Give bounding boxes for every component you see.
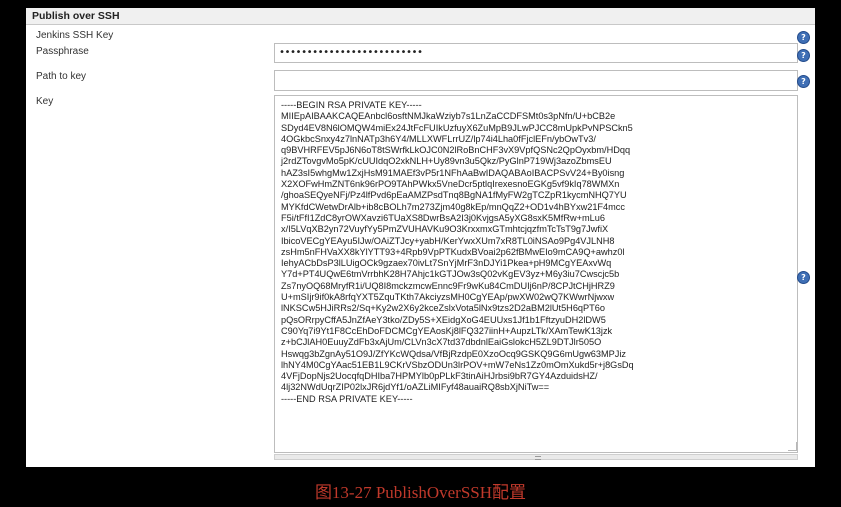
resize-handle-icon: [535, 456, 541, 460]
passphrase-label: Passphrase: [36, 46, 89, 57]
help-icon-key[interactable]: ?: [797, 271, 810, 284]
figure-caption: 图13-27 PublishOverSSH配置: [314, 483, 527, 502]
help-icon-path-to-key[interactable]: ?: [797, 75, 810, 88]
path-to-key-input[interactable]: [274, 70, 798, 91]
section-title: Publish over SSH: [26, 8, 815, 25]
textarea-resize-bar[interactable]: [274, 454, 798, 460]
publish-over-ssh-panel: Publish over SSH Jenkins SSH Key ? Passp…: [26, 8, 815, 467]
resize-grip-icon[interactable]: [788, 442, 797, 451]
jenkins-ssh-key-label: Jenkins SSH Key: [36, 30, 114, 41]
path-to-key-label: Path to key: [36, 71, 87, 82]
help-icon-passphrase[interactable]: ?: [797, 49, 810, 62]
key-textarea[interactable]: -----BEGIN RSA PRIVATE KEY----- MIIEpAIB…: [274, 95, 798, 453]
key-label: Key: [36, 96, 54, 107]
help-icon-jenkins-ssh-key[interactable]: ?: [797, 31, 810, 44]
passphrase-input[interactable]: ••••••••••••••••••••••••••: [274, 43, 798, 63]
